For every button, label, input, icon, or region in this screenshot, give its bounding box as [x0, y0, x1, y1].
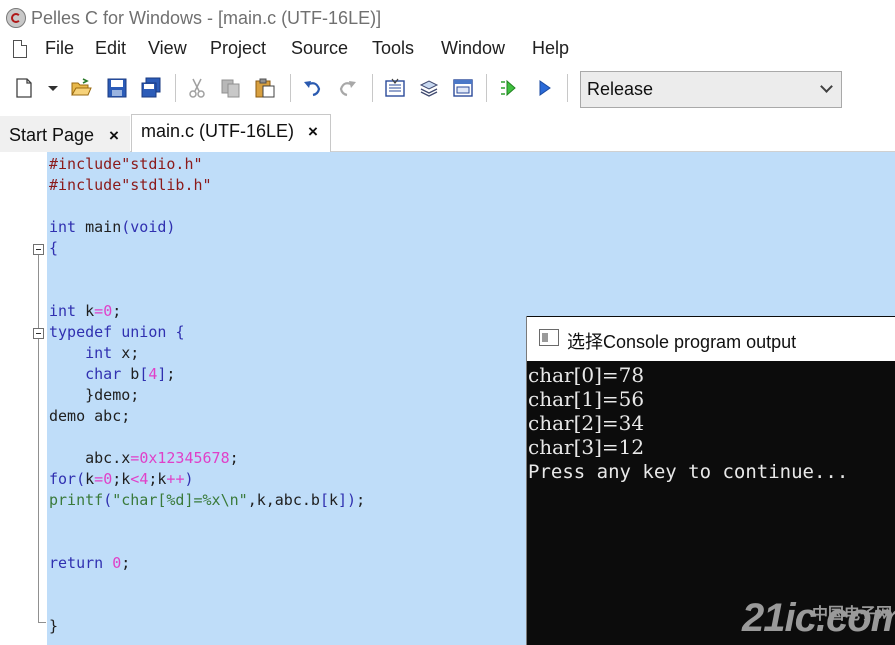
tab-main-c-close-icon[interactable]: ×: [308, 122, 318, 142]
fold-guide-line: [38, 255, 39, 328]
open-folder-icon[interactable]: [70, 77, 92, 99]
code-line: int k=0;: [49, 302, 122, 320]
code-line: #include"stdio.h": [49, 155, 203, 173]
build-config-value: Release: [587, 79, 654, 99]
fold-collapse-icon[interactable]: [33, 328, 44, 339]
menu-project[interactable]: Project: [210, 38, 266, 59]
menu-window[interactable]: Window: [441, 38, 505, 59]
menu-help[interactable]: Help: [532, 38, 569, 59]
execute-icon[interactable]: [533, 77, 555, 99]
code-line: {: [49, 239, 59, 257]
code-line: int main(void): [49, 218, 176, 236]
dropdown-arrow-icon[interactable]: [42, 77, 64, 99]
save-icon[interactable]: [106, 77, 128, 99]
paste-icon[interactable]: [254, 77, 276, 99]
document-icon[interactable]: [13, 40, 27, 58]
code-line: typedef union {: [49, 323, 185, 341]
compile-icon[interactable]: [384, 77, 406, 99]
console-output-line: char[3]=12: [528, 435, 645, 459]
menu-source[interactable]: Source: [291, 38, 348, 59]
tab-main-c-label: main.c (UTF-16LE): [141, 121, 295, 141]
build-icon[interactable]: [418, 77, 440, 99]
project-icon[interactable]: [452, 77, 474, 99]
new-file-icon[interactable]: [13, 77, 35, 99]
code-line: abc.x=0x12345678;: [49, 449, 239, 467]
toolbar-separator: [567, 74, 568, 102]
code-line: int x;: [85, 344, 140, 362]
menu-edit[interactable]: Edit: [95, 38, 126, 59]
console-output-line: Press any key to continue...: [528, 461, 849, 483]
menu-tools[interactable]: Tools: [372, 38, 414, 59]
tab-start-page-close-icon[interactable]: ×: [109, 126, 119, 146]
cut-icon[interactable]: [186, 77, 208, 99]
pelles-c-app-icon[interactable]: [6, 8, 26, 28]
code-line: #include"stdlib.h": [49, 176, 212, 194]
toolbar-separator: [175, 74, 176, 102]
undo-icon[interactable]: [302, 77, 324, 99]
console-window-icon[interactable]: [539, 329, 559, 346]
watermark-cn-text: 中国电子网: [812, 606, 893, 623]
save-all-icon[interactable]: [140, 77, 162, 99]
copy-icon[interactable]: [220, 77, 242, 99]
editor-gutter: [0, 152, 47, 645]
code-line: printf("char[%d]=%x\n",k,abc.b[k]);: [49, 491, 366, 509]
debug-icon[interactable]: [497, 77, 519, 99]
tab-start-page-label: Start Page: [9, 125, 95, 145]
code-line: }: [49, 617, 59, 635]
toolbar-separator: [486, 74, 487, 102]
console-output-line: char[0]=78: [528, 363, 645, 387]
redo-icon[interactable]: [336, 77, 358, 99]
toolbar-separator: [290, 74, 291, 102]
code-line: demo abc;: [49, 407, 131, 425]
fold-collapse-icon[interactable]: [33, 244, 44, 255]
console-output-line: char[2]=34: [528, 411, 645, 435]
code-line: }demo;: [49, 386, 140, 404]
console-output-line: char[1]=56: [528, 387, 645, 411]
console-title: 选择Console program output: [567, 332, 797, 352]
code-line: return 0;: [49, 554, 131, 572]
fold-guide-line: [38, 339, 39, 622]
code-line: char b[4];: [85, 365, 176, 383]
fold-end-marker: [38, 622, 46, 623]
code-line: for(k=0;k<4;k++): [49, 470, 194, 488]
menu-view[interactable]: View: [148, 38, 187, 59]
menu-file[interactable]: File: [45, 38, 74, 59]
window-title: Pelles C for Windows - [main.c (UTF-16LE…: [31, 8, 382, 28]
toolbar-separator: [372, 74, 373, 102]
